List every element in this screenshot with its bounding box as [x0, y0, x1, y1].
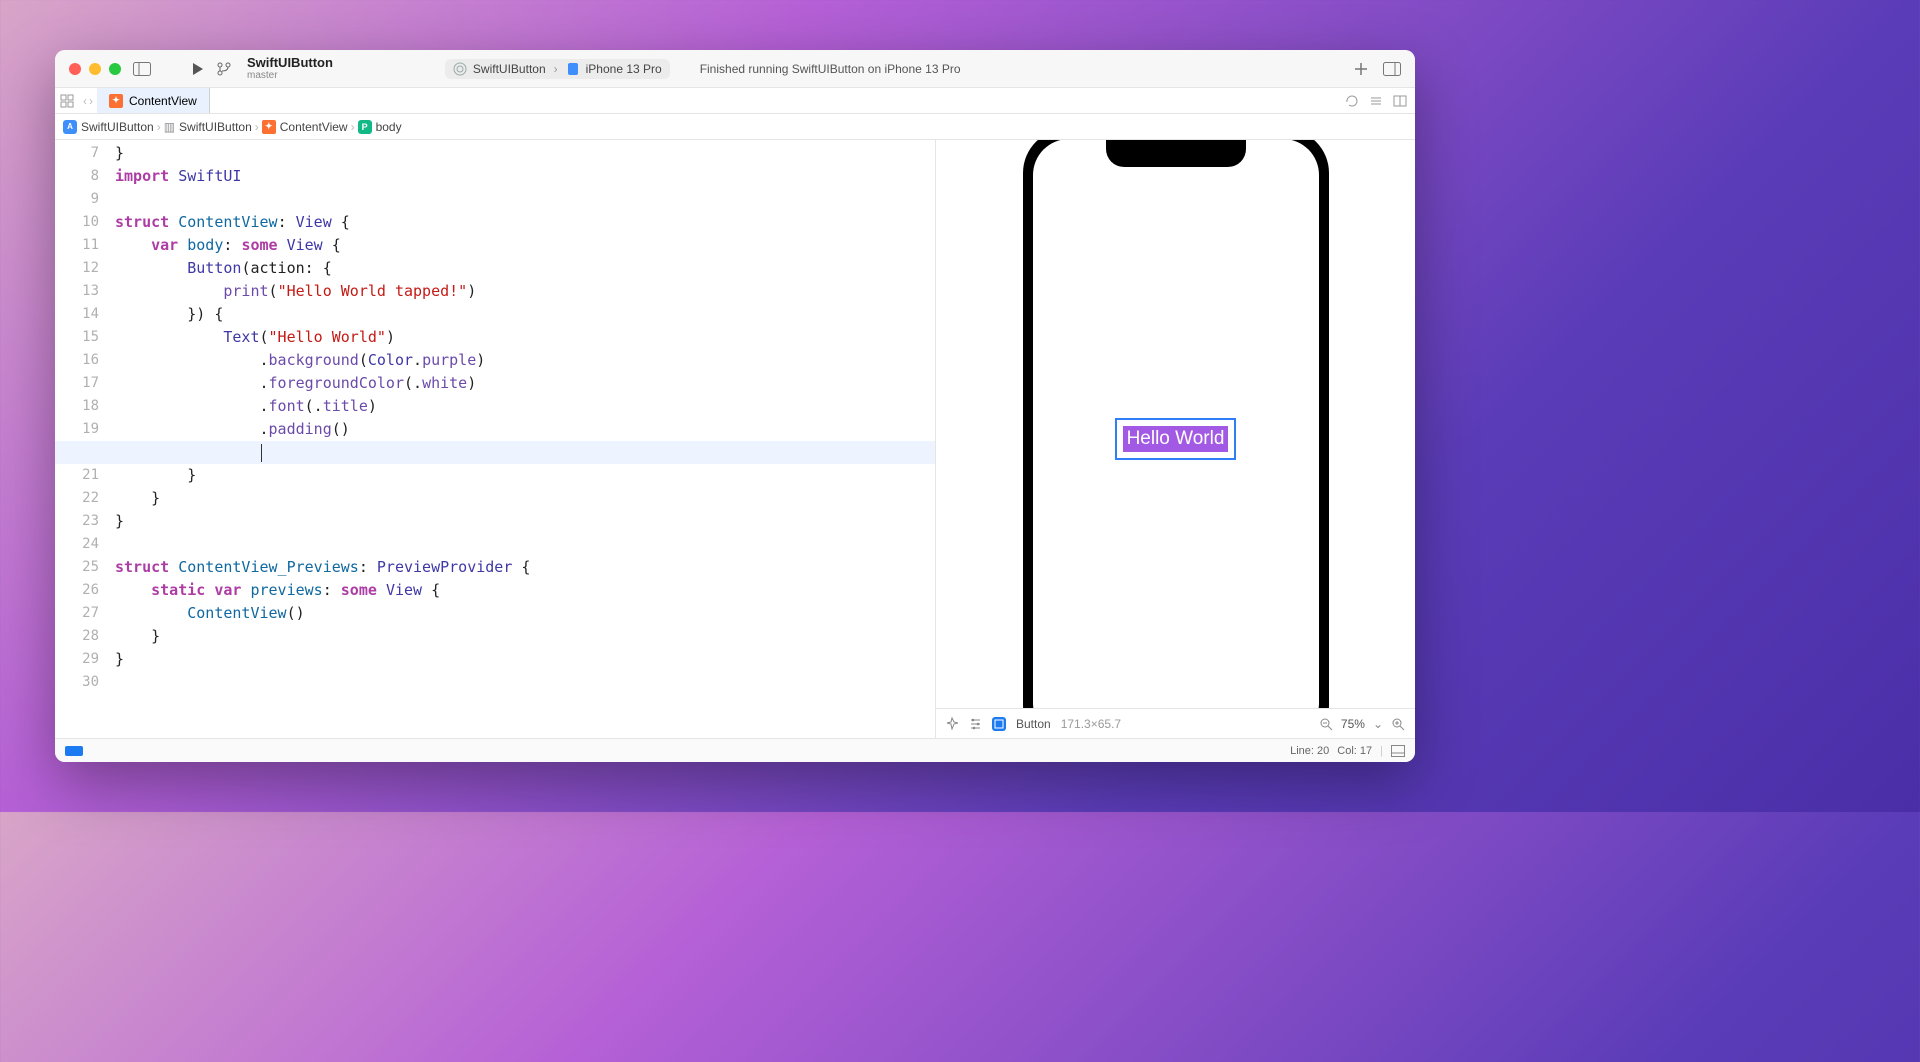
chevron-right-icon: › — [351, 120, 355, 134]
code-line[interactable]: } — [115, 510, 935, 533]
code-line[interactable]: .font(.title) — [115, 395, 935, 418]
swift-file-icon: ✦ — [109, 94, 123, 108]
tab-bar: ‹ › ✦ ContentView — [55, 88, 1415, 114]
code-line[interactable]: import SwiftUI — [115, 165, 935, 188]
toggle-inspector-icon[interactable] — [1383, 61, 1401, 77]
target-icon — [453, 62, 467, 76]
window-controls — [69, 63, 121, 75]
related-items-icon[interactable] — [55, 94, 79, 108]
build-status: Finished running SwiftUIButton on iPhone… — [700, 62, 1341, 76]
selected-element: Button — [1016, 717, 1051, 731]
scheme-target: SwiftUIButton — [473, 62, 546, 76]
debug-indicator-icon[interactable] — [65, 746, 83, 756]
simulator-icon — [566, 62, 580, 76]
project-title: SwiftUIButton — [247, 56, 333, 70]
code-line[interactable]: } — [115, 464, 935, 487]
settings-icon[interactable] — [969, 717, 982, 730]
code-line[interactable]: var body: some View { — [115, 234, 935, 257]
preview-button[interactable]: Hello World — [1123, 426, 1229, 452]
refresh-icon[interactable] — [1345, 94, 1359, 108]
titlebar: SwiftUIButton master SwiftUIButton › iPh… — [55, 50, 1415, 88]
chevron-right-icon: › — [255, 120, 259, 134]
code-line[interactable]: } — [115, 648, 935, 671]
line-gutter: 7891011121314151617181920212223242526272… — [55, 140, 109, 738]
code-line[interactable]: ContentView() — [115, 602, 935, 625]
xcode-window: SwiftUIButton master SwiftUIButton › iPh… — [55, 50, 1415, 762]
jump-bar[interactable]: SwiftUIButton › ▥SwiftUIButton › ✦Conten… — [55, 114, 1415, 140]
tab-label: ContentView — [129, 94, 197, 108]
code-line[interactable]: } — [115, 487, 935, 510]
zoom-out-icon[interactable] — [1319, 717, 1333, 731]
code-editor[interactable]: 7891011121314151617181920212223242526272… — [55, 140, 935, 738]
code-line[interactable]: struct ContentView_Previews: PreviewProv… — [115, 556, 935, 579]
toggle-debug-area-icon[interactable] — [1391, 745, 1405, 757]
library-add-icon[interactable] — [1353, 61, 1369, 77]
swift-file-icon: ✦ — [262, 120, 276, 134]
code-line[interactable]: } — [115, 142, 935, 165]
code-line[interactable]: Button(action: { — [115, 257, 935, 280]
code-line[interactable]: .background(Color.purple) — [115, 349, 935, 372]
branch-icon[interactable] — [217, 62, 231, 76]
preview-canvas[interactable]: Preview Hello World — [936, 140, 1415, 708]
nav-forward-icon[interactable]: › — [89, 94, 93, 108]
code-line[interactable] — [115, 441, 935, 464]
phone-frame: Hello World — [1023, 140, 1329, 708]
code-line[interactable]: .padding() — [115, 418, 935, 441]
cursor-col: Col: 17 — [1337, 745, 1372, 757]
scheme-selector[interactable]: SwiftUIButton › iPhone 13 Pro — [445, 59, 670, 79]
project-branch: master — [247, 70, 333, 81]
adjust-editor-icon[interactable] — [1369, 94, 1383, 108]
app-icon — [63, 120, 77, 134]
folder-icon: ▥ — [164, 120, 175, 134]
code-line[interactable]: static var previews: some View { — [115, 579, 935, 602]
property-icon: P — [358, 120, 372, 134]
preview-footer: Button 171.3×65.7 75% ⌄ — [936, 708, 1415, 738]
pin-icon[interactable] — [946, 717, 959, 730]
notch — [1106, 140, 1246, 167]
chevron-down-icon[interactable]: ⌄ — [1373, 717, 1383, 731]
nav-back-icon[interactable]: ‹ — [83, 94, 87, 108]
preview-pane: Preview Hello World — [935, 140, 1415, 738]
code-line[interactable] — [115, 533, 935, 556]
zoom-window[interactable] — [109, 63, 121, 75]
code-line[interactable]: } — [115, 625, 935, 648]
code-line[interactable]: }) { — [115, 303, 935, 326]
code-line[interactable] — [115, 671, 935, 694]
zoom-in-icon[interactable] — [1391, 717, 1405, 731]
code-body[interactable]: }import SwiftUI struct ContentView: View… — [109, 140, 935, 738]
selected-size: 171.3×65.7 — [1061, 717, 1121, 731]
toggle-navigator-icon[interactable] — [133, 62, 151, 76]
code-line[interactable]: .foregroundColor(.white) — [115, 372, 935, 395]
minimize-window[interactable] — [89, 63, 101, 75]
main-area: 7891011121314151617181920212223242526272… — [55, 140, 1415, 738]
chevron-right-icon: › — [554, 62, 558, 76]
split-editor-icon[interactable] — [1393, 94, 1407, 108]
element-badge-icon — [992, 717, 1006, 731]
code-line[interactable]: Text("Hello World") — [115, 326, 935, 349]
chevron-right-icon: › — [157, 120, 161, 134]
code-line[interactable]: print("Hello World tapped!") — [115, 280, 935, 303]
project-meta[interactable]: SwiftUIButton master — [247, 56, 333, 81]
statusbar: Line: 20 Col: 17 | — [55, 738, 1415, 762]
code-line[interactable] — [115, 188, 935, 211]
code-line[interactable]: struct ContentView: View { — [115, 211, 935, 234]
scheme-device: iPhone 13 Pro — [586, 62, 662, 76]
run-button-icon[interactable] — [191, 62, 205, 76]
zoom-level[interactable]: 75% — [1341, 717, 1365, 731]
close-window[interactable] — [69, 63, 81, 75]
phone-screen: Hello World — [1033, 140, 1319, 708]
tab-contentview[interactable]: ✦ ContentView — [97, 88, 210, 113]
cursor-line: Line: 20 — [1290, 745, 1329, 757]
